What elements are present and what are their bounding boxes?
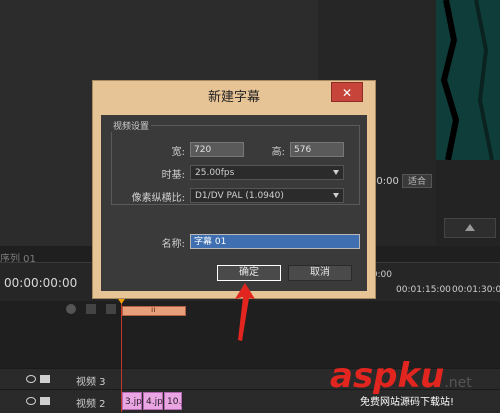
timebase-label: 时基: — [161, 170, 185, 181]
preview-art-icon — [440, 0, 494, 160]
dropdown-arrow-icon — [333, 193, 339, 198]
name-label: 名称: — [161, 239, 185, 250]
snap-icon[interactable] — [66, 304, 76, 314]
height-field[interactable]: 576 — [290, 142, 344, 157]
clip[interactable]: 3.jp — [122, 392, 142, 410]
close-button[interactable]: ✕ — [331, 82, 363, 102]
name-field[interactable]: 字幕 01 — [190, 234, 360, 249]
marker-icon[interactable] — [86, 304, 96, 314]
height-label: 高: — [271, 147, 285, 158]
ruler-mark-2: 00:01:30:00 — [452, 285, 500, 295]
triangle-icon — [465, 224, 475, 231]
zoom-select[interactable]: 适合 — [402, 174, 432, 188]
link-icon[interactable] — [106, 304, 116, 314]
timebase-value: 25.00fps — [195, 168, 235, 178]
ok-button[interactable]: 确定 — [217, 265, 281, 281]
group-title: 视频设置 — [111, 119, 152, 132]
ruler-mark-1: 00:01:15:00 — [396, 285, 451, 295]
cancel-button[interactable]: 取消 — [288, 265, 352, 281]
watermark-logo: aspku.net — [330, 356, 472, 396]
watermark-tagline: 免费网站源码下载站! — [360, 397, 455, 408]
export-frame-button[interactable] — [444, 218, 496, 238]
width-label: 宽: — [171, 147, 185, 158]
width-field[interactable]: 720 — [190, 142, 244, 157]
film-icon[interactable] — [40, 375, 50, 383]
dialog-body: 视频设置 宽: 720 高: 576 时基: 25.00fps 像素纵横比: D… — [101, 115, 367, 291]
timeline-timecode[interactable]: 00:00:00:00 — [4, 276, 77, 290]
program-preview-image — [436, 0, 500, 160]
annotation-arrow-icon — [235, 283, 255, 341]
new-title-dialog: 新建字幕 ✕ 视频设置 宽: 720 高: 576 时基: 25.00fps 像… — [93, 81, 375, 298]
work-area-grip: ıı — [151, 305, 156, 314]
pixel-aspect-label: 像素纵横比: — [131, 193, 185, 204]
eye-icon[interactable] — [26, 375, 36, 383]
clip[interactable]: 4.jp — [143, 392, 163, 410]
track-label: 视频 3 — [76, 377, 106, 388]
track-label: 视频 2 — [76, 399, 106, 410]
pixel-aspect-value: D1/DV PAL (1.0940) — [195, 191, 284, 201]
playhead-line[interactable] — [121, 300, 122, 412]
dropdown-arrow-icon — [333, 170, 339, 175]
close-icon: ✕ — [341, 86, 353, 100]
clip[interactable]: 10.j — [164, 392, 184, 410]
film-icon[interactable] — [40, 397, 50, 405]
work-area-bar[interactable]: ıı — [122, 305, 186, 316]
pixel-aspect-select[interactable]: D1/DV PAL (1.0940) — [190, 188, 344, 203]
timebase-select[interactable]: 25.00fps — [190, 165, 344, 180]
eye-icon[interactable] — [26, 397, 36, 405]
